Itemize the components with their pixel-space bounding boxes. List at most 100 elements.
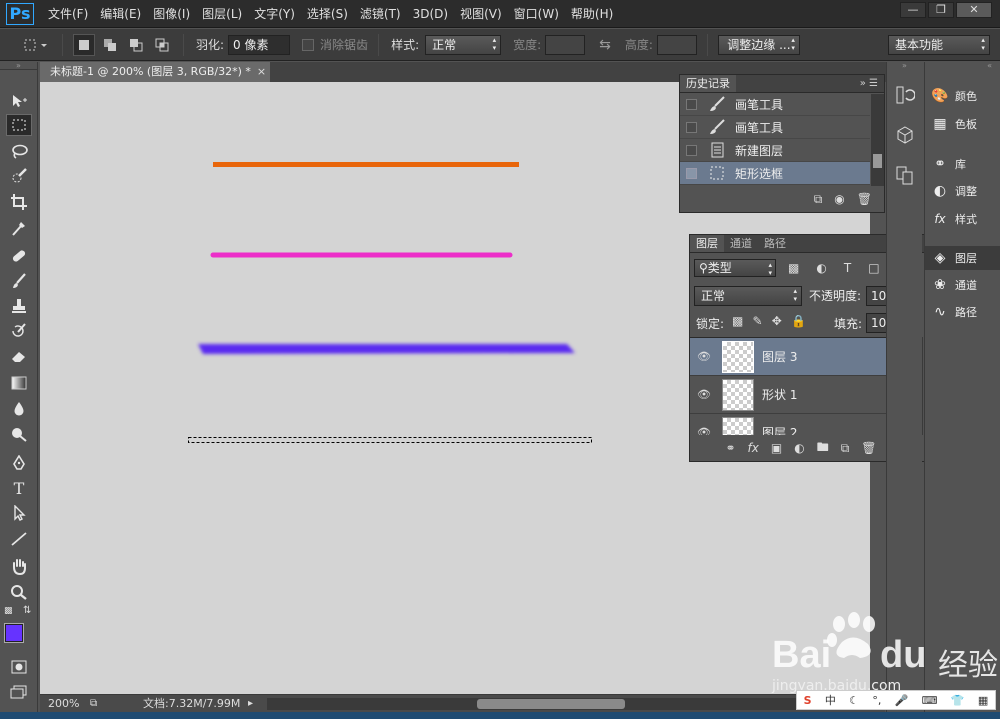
tool-preset-picker[interactable]: [22, 34, 52, 56]
close-button[interactable]: ✕: [956, 2, 992, 18]
layer-mask-icon[interactable]: ▣: [771, 441, 782, 455]
new-snapshot-icon[interactable]: ◉: [834, 192, 844, 206]
brush-tool-icon[interactable]: [6, 270, 32, 292]
menu-3d[interactable]: 3D(D): [407, 0, 454, 28]
history-checkbox[interactable]: [686, 167, 697, 179]
lasso-tool-icon[interactable]: [6, 140, 32, 162]
dock-adjustments[interactable]: ◐ 调整: [925, 179, 1000, 203]
ime-mic-icon[interactable]: 🎤: [895, 694, 909, 707]
dock-color[interactable]: 🎨 颜色: [925, 84, 1000, 108]
menu-view[interactable]: 视图(V): [454, 0, 508, 28]
layer-name[interactable]: 图层 3: [762, 348, 797, 365]
dock-collapse-icon[interactable]: «: [925, 62, 1000, 70]
antialias-checkbox[interactable]: [302, 38, 315, 51]
crop-tool-icon[interactable]: [6, 191, 32, 213]
close-tab-icon[interactable]: ×: [257, 65, 266, 78]
shape-filter-icon[interactable]: □: [868, 261, 879, 275]
layer-row[interactable]: 👁 图层 3: [690, 338, 910, 376]
eye-icon[interactable]: 👁: [690, 350, 718, 363]
eye-icon[interactable]: 👁: [690, 426, 718, 435]
3d-panel-icon[interactable]: [894, 124, 916, 146]
quick-mask-icon[interactable]: [6, 656, 32, 678]
layer-row[interactable]: 👁 图层 2: [690, 414, 910, 435]
layer-filter-select[interactable]: ⚲类型 ▴ ▾: [694, 259, 776, 277]
menu-layer[interactable]: 图层(L): [196, 0, 248, 28]
new-layer-icon[interactable]: ⧉: [841, 441, 850, 456]
dock-styles[interactable]: fx 样式: [925, 207, 1000, 231]
restore-button[interactable]: ❐: [928, 2, 954, 18]
lock-paint-icon[interactable]: ✎: [753, 314, 763, 328]
blur-tool-icon[interactable]: [6, 398, 32, 420]
eyedropper-tool-icon[interactable]: [6, 217, 32, 239]
new-selection-button[interactable]: [73, 33, 95, 56]
ime-punctuation-icon[interactable]: °,: [872, 694, 881, 707]
menu-edit[interactable]: 编辑(E): [94, 0, 147, 28]
layer-row[interactable]: 👁 形状 1: [690, 376, 910, 414]
lock-position-icon[interactable]: ✥: [772, 314, 782, 328]
menu-file[interactable]: 文件(F): [42, 0, 94, 28]
eraser-tool-icon[interactable]: [6, 345, 32, 367]
status-menu-icon[interactable]: ▸: [248, 695, 253, 713]
subtract-selection-button[interactable]: [125, 34, 147, 56]
minimize-button[interactable]: —: [900, 2, 926, 18]
history-brush-tool-icon[interactable]: [6, 320, 32, 342]
history-panel-icon[interactable]: [894, 84, 916, 106]
move-tool-icon[interactable]: [6, 90, 32, 112]
history-checkbox[interactable]: [686, 144, 697, 156]
width-input[interactable]: [545, 34, 586, 55]
foreground-color-swatch[interactable]: [4, 623, 24, 643]
properties-panel-icon[interactable]: [894, 164, 916, 186]
dodge-tool-icon[interactable]: [6, 423, 32, 445]
history-item-selected[interactable]: 矩形选框: [680, 162, 870, 185]
blend-mode-select[interactable]: 正常: [694, 286, 802, 306]
history-scrollbar[interactable]: [871, 94, 884, 186]
lock-transparency-icon[interactable]: ▩: [732, 314, 743, 328]
swap-icon[interactable]: ⇆: [599, 37, 611, 53]
menu-type[interactable]: 文字(Y): [248, 0, 301, 28]
fx-icon[interactable]: fx: [748, 441, 759, 455]
dock-paths[interactable]: ∿ 路径: [925, 300, 1000, 324]
pixel-filter-icon[interactable]: ▩: [788, 261, 799, 275]
menu-select[interactable]: 选择(S): [301, 0, 354, 28]
tab-channels[interactable]: 通道: [724, 235, 758, 252]
menu-filter[interactable]: 滤镜(T): [354, 0, 407, 28]
zoom-tool-icon[interactable]: [6, 581, 32, 603]
type-tool-icon[interactable]: T: [6, 477, 32, 499]
intersect-selection-button[interactable]: [151, 34, 173, 56]
dock-layers[interactable]: ◈ 图层: [925, 246, 1000, 270]
history-checkbox[interactable]: [686, 98, 697, 110]
adjustment-filter-icon[interactable]: ◐: [816, 261, 826, 275]
sogou-logo-icon[interactable]: S: [804, 694, 812, 707]
type-filter-icon[interactable]: T: [844, 261, 851, 275]
ime-grid-icon[interactable]: ▦: [978, 694, 988, 707]
new-document-from-state-icon[interactable]: ⧉: [814, 192, 823, 207]
tab-layers[interactable]: 图层: [690, 235, 724, 252]
ime-shirt-icon[interactable]: 👕: [951, 694, 965, 707]
default-colors-icon[interactable]: ▩: [4, 606, 13, 616]
hand-tool-icon[interactable]: [6, 556, 32, 578]
ime-chinese-mode-icon[interactable]: 中: [825, 692, 836, 708]
horizontal-scrollbar-thumb[interactable]: [477, 699, 625, 709]
feather-input[interactable]: 0 像素: [228, 34, 291, 55]
pen-tool-icon[interactable]: [6, 452, 32, 474]
history-scrollbar-thumb[interactable]: [873, 154, 882, 168]
history-item[interactable]: 画笔工具: [680, 116, 870, 139]
delete-icon[interactable]: 🗑: [857, 192, 872, 206]
rectangular-marquee-tool-icon[interactable]: [6, 114, 32, 136]
screen-mode-icon[interactable]: [6, 681, 32, 703]
healing-brush-tool-icon[interactable]: [6, 245, 32, 267]
ime-keyboard-icon[interactable]: ⌨: [922, 694, 938, 707]
eye-icon[interactable]: 👁: [690, 388, 718, 401]
line-tool-icon[interactable]: [6, 528, 32, 550]
dock-swatches[interactable]: ▦ 色板: [925, 112, 1000, 136]
zoom-level[interactable]: 200%: [48, 695, 79, 713]
toolbar-collapse-icon[interactable]: »: [0, 62, 37, 70]
layer-name[interactable]: 形状 1: [762, 386, 797, 403]
menu-window[interactable]: 窗口(W): [508, 0, 565, 28]
style-select[interactable]: 正常: [425, 34, 502, 55]
swap-colors-icon[interactable]: ⇅: [23, 605, 31, 616]
adjustment-layer-icon[interactable]: ◐: [794, 441, 804, 455]
refine-edge-button[interactable]: 调整边缘 ...: [717, 34, 800, 55]
dock-libraries[interactable]: ⚭ 库: [925, 152, 1000, 176]
history-item[interactable]: 画笔工具: [680, 93, 870, 116]
